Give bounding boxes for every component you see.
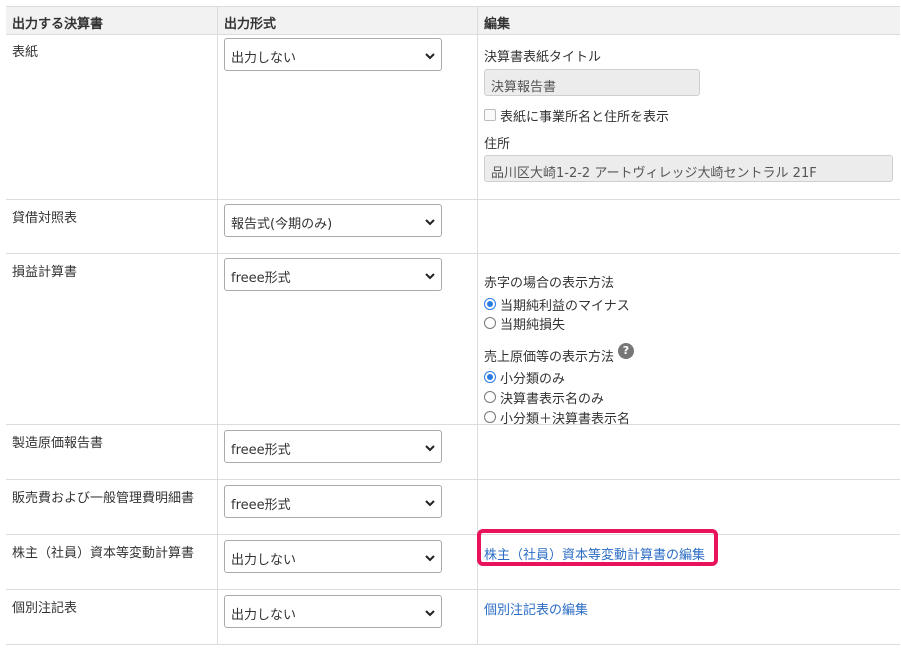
- radio-net-loss-label: 当期純損失: [500, 318, 566, 333]
- table-row: 個別注記表 出力しない 個別注記表の編集: [6, 590, 900, 645]
- format-select-cover[interactable]: 出力しない: [224, 38, 442, 71]
- format-select-manufacturing-cost[interactable]: freee形式: [224, 430, 442, 463]
- cover-title-input[interactable]: 決算報告書: [484, 69, 700, 96]
- row-label-equity-changes: 株主（社員）資本等変動計算書: [12, 546, 195, 561]
- table-header: 出力する決算書 出力形式 編集: [6, 6, 900, 35]
- radio-subcategory-and-name[interactable]: [484, 411, 496, 423]
- header-edit: 編集: [484, 17, 511, 32]
- radio-net-loss[interactable]: [484, 317, 496, 329]
- header-statement: 出力する決算書: [12, 17, 104, 32]
- address-label: 住所: [484, 137, 511, 152]
- format-select-balance-sheet[interactable]: 報告式(今期のみ): [224, 204, 442, 237]
- help-icon[interactable]: ?: [618, 343, 634, 359]
- show-address-checkbox[interactable]: [484, 109, 496, 121]
- deficit-display-label: 赤字の場合の表示方法: [484, 276, 615, 291]
- table-row: 販売費および一般管理費明細書 freee形式: [6, 480, 900, 535]
- chevron-down-icon: [425, 273, 435, 280]
- chevron-down-icon: [425, 445, 435, 452]
- chevron-down-icon: [425, 555, 435, 562]
- chevron-down-icon: [425, 219, 435, 226]
- cogs-display-label: 売上原価等の表示方法: [484, 350, 615, 365]
- chevron-down-icon: [425, 610, 435, 617]
- row-label-manufacturing-cost: 製造原価報告書: [12, 436, 104, 451]
- format-select-income-statement[interactable]: freee形式: [224, 258, 442, 291]
- radio-subcategory-only[interactable]: [484, 371, 496, 383]
- table-row: 貸借対照表 報告式(今期のみ): [6, 200, 900, 254]
- radio-subcategory-only-label: 小分類のみ: [500, 372, 566, 387]
- format-select-equity-changes[interactable]: 出力しない: [224, 540, 442, 573]
- format-select-notes[interactable]: 出力しない: [224, 595, 442, 628]
- address-input[interactable]: 品川区大崎1-2-2 アートヴィレッジ大崎セントラル 21F: [484, 155, 893, 182]
- chevron-down-icon: [425, 500, 435, 507]
- row-label-income-statement: 損益計算書: [12, 265, 78, 280]
- radio-statement-name-only[interactable]: [484, 391, 496, 403]
- row-label-notes: 個別注記表: [12, 601, 78, 616]
- show-address-label: 表紙に事業所名と住所を表示: [500, 110, 670, 125]
- row-label-sga-details: 販売費および一般管理費明細書: [12, 491, 195, 506]
- radio-statement-name-only-label: 決算書表示名のみ: [500, 392, 605, 407]
- edit-notes-link[interactable]: 個別注記表の編集: [484, 599, 588, 618]
- radio-net-income-minus-label: 当期純利益のマイナス: [500, 299, 630, 314]
- radio-net-income-minus[interactable]: [484, 298, 496, 310]
- row-label-cover: 表紙: [12, 45, 39, 60]
- row-label-balance-sheet: 貸借対照表: [12, 211, 78, 226]
- table-row: 損益計算書 freee形式 赤字の場合の表示方法 当期純利益のマイナス 当期純損…: [6, 254, 900, 427]
- table-row: 製造原価報告書 freee形式: [6, 425, 900, 480]
- table-row: 株主（社員）資本等変動計算書 出力しない 株主（社員）資本等変動計算書の編集: [6, 535, 900, 590]
- cover-title-label: 決算書表紙タイトル: [484, 50, 602, 65]
- table-row: 表紙 出力しない 決算書表紙タイトル 決算報告書 表紙に事業所名と住所を表示 住…: [6, 34, 900, 200]
- header-format: 出力形式: [224, 17, 277, 32]
- format-select-sga-details[interactable]: freee形式: [224, 485, 442, 518]
- chevron-down-icon: [425, 53, 435, 60]
- highlight-box: [477, 529, 718, 566]
